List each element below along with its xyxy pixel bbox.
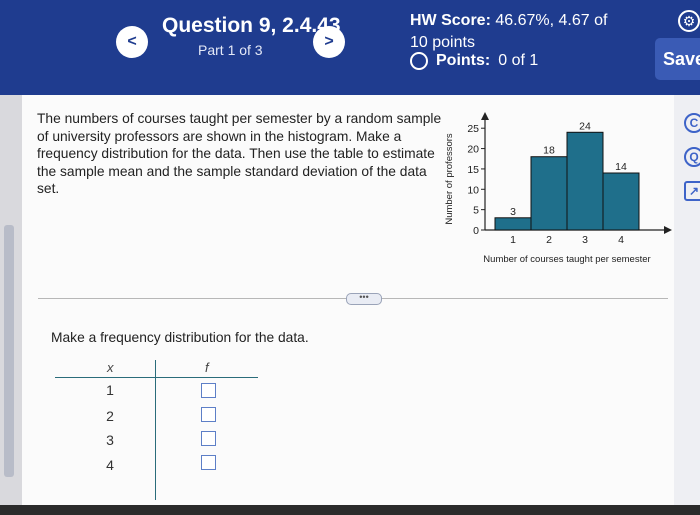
x-value-2: 2	[106, 408, 114, 424]
expand-more-button[interactable]: •••	[346, 293, 382, 305]
table-header-rule	[55, 377, 258, 378]
x-axis-arrow-icon	[664, 226, 672, 234]
question-text: The numbers of courses taught per semest…	[37, 111, 442, 196]
search-icon[interactable]: Q	[684, 147, 700, 167]
y-axis-label: Number of professors	[444, 133, 455, 225]
hw-score-label: HW Score:	[410, 12, 491, 29]
x-value-3: 3	[106, 432, 114, 448]
y-tick-label: 15	[467, 164, 479, 176]
histogram-bar	[494, 217, 532, 231]
save-button[interactable]: Save	[655, 38, 700, 80]
histogram-bar	[530, 156, 568, 231]
col-header-f: f	[205, 360, 209, 375]
histogram-chart: 0 5 10 15 20 25 Number of professors 3 1 18 2 24 3 14…	[444, 112, 672, 265]
freq-table-heading: Make a frequency distribution for the da…	[51, 330, 309, 345]
help-icon[interactable]: C	[684, 113, 700, 133]
points-status: Points: 0 of 1	[410, 52, 538, 70]
f-input-3[interactable]	[201, 431, 216, 446]
points-value: 0 of 1	[498, 52, 539, 69]
points-label: Points:	[436, 52, 491, 69]
x-tick-label: 2	[546, 234, 552, 246]
histogram-bar	[602, 172, 640, 231]
bar-value-label: 14	[615, 161, 627, 173]
next-question-button[interactable]: >	[313, 26, 345, 58]
bar-value-label: 18	[543, 145, 555, 157]
histogram-bar	[566, 131, 604, 231]
left-scrollbar-thumb[interactable]	[4, 225, 14, 477]
table-column-rule	[155, 360, 156, 500]
x-axis-label: Number of courses taught per semester	[483, 254, 650, 265]
bar-value-label: 3	[510, 206, 516, 218]
x-tick-label: 3	[582, 234, 588, 246]
header-bar: < Question 9, 2.4.43 Part 1 of 3 > HW Sc…	[0, 0, 700, 95]
settings-gear-icon[interactable]: ⚙	[678, 10, 700, 32]
points-circle-icon	[410, 52, 428, 70]
y-tick-label: 0	[473, 225, 479, 237]
f-input-4[interactable]	[201, 455, 216, 470]
bar-value-label: 24	[579, 120, 591, 132]
f-input-1[interactable]	[201, 383, 216, 398]
y-axis-arrow-icon	[481, 112, 489, 120]
y-tick-label: 25	[467, 123, 479, 135]
x-tick-label: 1	[510, 234, 516, 246]
col-header-x: x	[107, 360, 114, 375]
x-value-4: 4	[106, 457, 114, 473]
x-value-1: 1	[106, 382, 114, 398]
external-link-icon[interactable]: ↗	[684, 181, 700, 201]
question-part: Part 1 of 3	[198, 42, 263, 58]
hw-score: HW Score: 46.67%, 4.67 of 10 points	[410, 10, 620, 54]
previous-question-button[interactable]: <	[116, 26, 148, 58]
y-tick-label: 5	[473, 205, 479, 217]
y-tick-label: 20	[467, 144, 479, 156]
f-input-2[interactable]	[201, 407, 216, 422]
y-tick-label: 10	[467, 184, 479, 196]
x-tick-label: 4	[618, 234, 624, 246]
